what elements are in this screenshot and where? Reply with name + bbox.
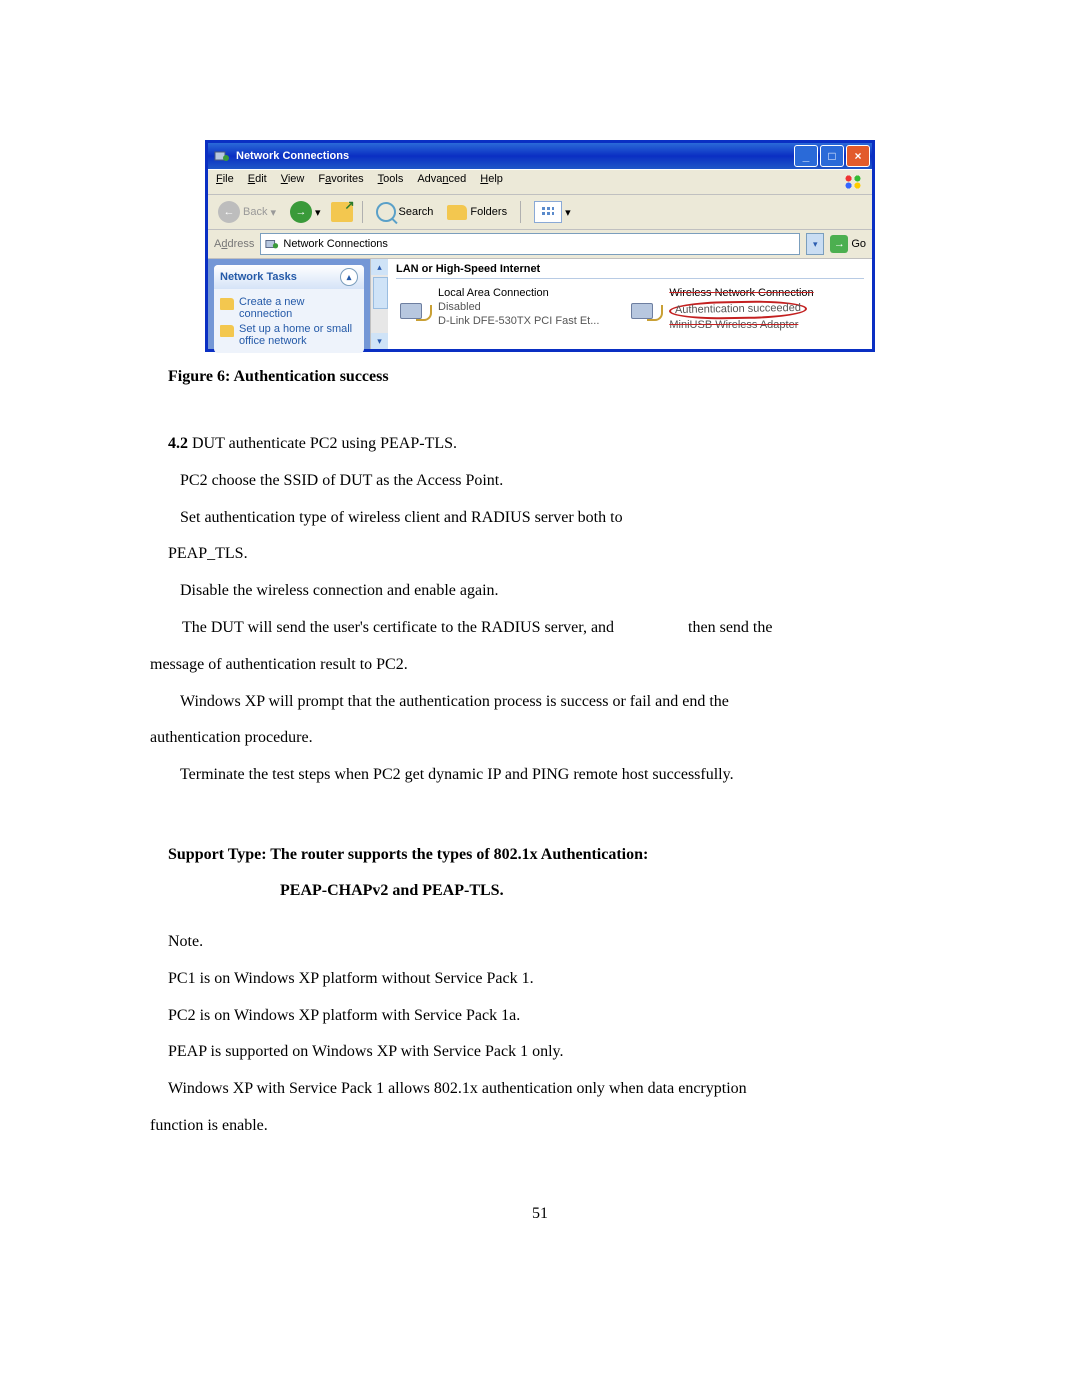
folders-button[interactable]: Folders [443,203,511,222]
menu-advanced[interactable]: Advanced [417,173,466,191]
link-text: Set up a home or small office network [239,323,358,347]
body-line: The DUT will send the user's certificate… [150,610,930,647]
views-icon [534,201,562,223]
go-button[interactable]: → Go [830,235,866,253]
scroll-thumb[interactable] [373,277,388,309]
body-line: authentication procedure. [150,720,930,757]
back-arrow-icon: ← [218,201,240,223]
notes-block: Note. PC1 is on Windows XP platform with… [150,924,930,1145]
body-line: message of authentication result to PC2. [150,647,930,684]
menu-file[interactable]: File [216,173,234,191]
support-line-2: PEAP-CHAPv2 and PEAP-TLS. [150,882,930,900]
body-line: PC2 choose the SSID of DUT as the Access… [150,463,930,500]
connection-name: Local Area Connection [438,287,599,301]
forward-button[interactable]: → ▾ [286,199,325,225]
network-tasks-box: Network Tasks ▴ Create a new connection … [214,265,364,353]
note-line: Note. [150,924,930,961]
group-header: LAN or High-Speed Internet [396,263,864,279]
window-app-icon [214,148,230,164]
windows-flag-icon [842,173,864,191]
address-label: Address [214,238,254,250]
connection-item-wireless[interactable]: Wireless Network Connection Authenticati… [627,287,813,332]
note-line: PC2 is on Windows XP platform with Servi… [150,998,930,1035]
network-tasks-title: Network Tasks [220,271,297,283]
body-line: Terminate the test steps when PC2 get dy… [150,757,930,794]
content-area: Network Tasks ▴ Create a new connection … [208,259,872,349]
body-line: PEAP_TLS. [150,536,930,573]
wireless-connection-icon [627,287,663,319]
menu-edit[interactable]: Edit [248,173,267,191]
main-panel: LAN or High-Speed Internet Local Area Co… [388,259,872,349]
toolbar: ← Back ▾ → ▾ Search Folders ▾ [208,195,872,230]
side-link-create-connection[interactable]: Create a new connection [220,296,358,320]
section-line: DUT authenticate PC2 using PEAP-TLS. [188,435,457,452]
page-number: 51 [150,1205,930,1223]
go-arrow-icon: → [830,235,848,253]
support-block: Support Type: The router supports the ty… [150,846,930,900]
menu-help[interactable]: Help [480,173,503,191]
body-text: 4.2 DUT authenticate PC2 using PEAP-TLS.… [150,426,930,794]
link-icon [220,298,234,310]
maximize-button[interactable]: □ [820,145,844,167]
address-icon [265,237,279,251]
minimize-button[interactable]: _ [794,145,818,167]
scroll-up-button[interactable]: ▴ [371,259,388,275]
network-tasks-header[interactable]: Network Tasks ▴ [214,265,364,289]
connection-name: Wireless Network Connection [669,287,813,301]
connection-item-lan[interactable]: Local Area Connection Disabled D-Link DF… [396,287,599,332]
chevron-down-icon: ▾ [315,206,321,219]
menubar: File Edit View Favorites Tools Advanced … [208,169,872,195]
menu-favorites[interactable]: Favorites [318,173,363,191]
body-line: Set authentication type of wireless clie… [150,500,930,537]
address-bar: Address Network Connections ▾ → Go [208,230,872,259]
note-line: PEAP is supported on Windows XP with Ser… [150,1034,930,1071]
connection-status-circled: Authentication succeeded [669,300,807,320]
link-icon [220,325,234,337]
note-line: Windows XP with Service Pack 1 allows 80… [150,1071,930,1108]
menu-view[interactable]: View [281,173,305,191]
titlebar: Network Connections _ □ × [208,143,872,169]
back-button[interactable]: ← Back ▾ [214,199,280,225]
lan-connection-icon [396,287,432,319]
forward-arrow-icon: → [290,201,312,223]
side-panel: Network Tasks ▴ Create a new connection … [208,259,370,349]
search-label: Search [399,206,434,218]
window-title: Network Connections [236,150,794,162]
back-label: Back [243,206,267,218]
body-line: Disable the wireless connection and enab… [150,573,930,610]
document-page: Network Connections _ □ × File Edit View… [0,0,1080,1283]
folders-label: Folders [470,206,507,218]
note-line: PC1 is on Windows XP platform without Se… [150,961,930,998]
address-dropdown[interactable]: ▾ [806,233,824,255]
chevron-down-icon: ▾ [270,206,276,219]
close-button[interactable]: × [846,145,870,167]
up-folder-button[interactable] [331,202,353,222]
address-value: Network Connections [283,238,388,250]
side-link-setup-network[interactable]: Set up a home or small office network [220,323,358,347]
go-label: Go [851,238,866,250]
figure-caption: Figure 6: Authentication success [168,368,930,386]
connection-device: MiniUSB Wireless Adapter [669,319,813,333]
collapse-chevron-icon: ▴ [340,268,358,286]
search-icon [376,202,396,222]
connection-device: D-Link DFE-530TX PCI Fast Et... [438,315,599,329]
menu-tools[interactable]: Tools [378,173,404,191]
scroll-down-button[interactable]: ▾ [371,333,388,349]
folder-icon [447,205,467,220]
note-line: function is enable. [150,1108,930,1145]
support-line-1: Support Type: The router supports the ty… [150,846,930,864]
chevron-down-icon: ▾ [565,206,571,219]
body-line: Windows XP will prompt that the authenti… [150,684,930,721]
section-number: 4.2 [168,435,188,452]
views-button[interactable]: ▾ [530,199,575,225]
address-input[interactable]: Network Connections [260,233,800,255]
toolbar-separator [362,201,363,223]
scrollbar[interactable]: ▴ ▾ [370,259,388,349]
search-button[interactable]: Search [372,200,438,224]
link-text: Create a new connection [239,296,358,320]
toolbar-separator [520,201,521,223]
connection-status: Disabled [438,301,599,315]
screenshot-window: Network Connections _ □ × File Edit View… [205,140,875,352]
